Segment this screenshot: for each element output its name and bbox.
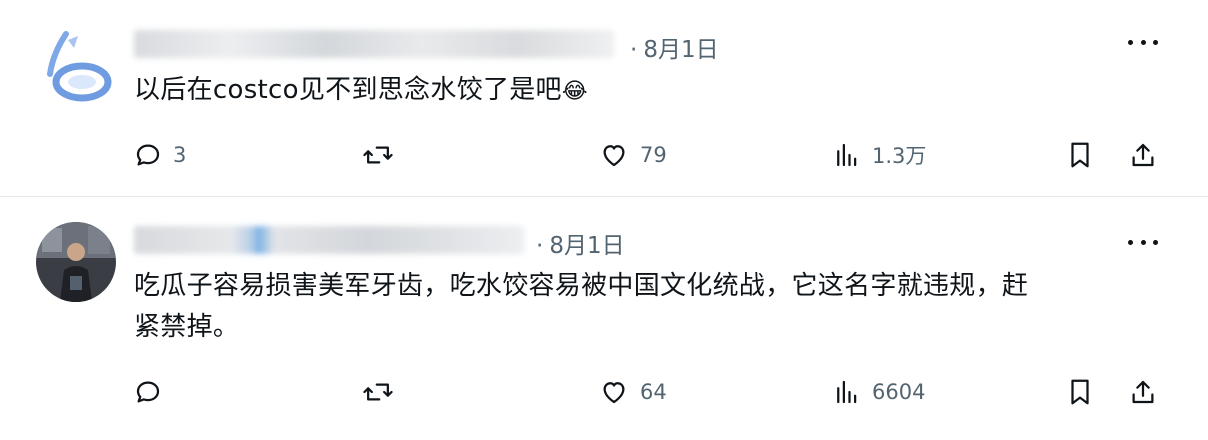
post-text-line: 紧禁掉。 (134, 312, 240, 342)
more-icon-dot (1128, 239, 1133, 245)
reply-count: 3 (173, 143, 187, 167)
date-separator: · (630, 37, 638, 63)
action-bar: 3 79 1.3万 (0, 135, 1208, 175)
post-item[interactable]: · 8月1日 吃瓜子容易损害美军牙齿，吃水饺容易被中国文化统战，它这名字就违规，赶… (0, 198, 1208, 440)
reply-icon (136, 381, 160, 403)
views-count: 6604 (872, 380, 926, 404)
like-count: 79 (640, 143, 667, 167)
more-icon-dot (1128, 39, 1133, 45)
share-button[interactable] (1128, 135, 1158, 175)
retweet-button[interactable] (362, 135, 404, 175)
retweet-button[interactable] (362, 372, 404, 412)
more-icon-dot (1153, 239, 1158, 245)
bookmark-button[interactable] (1066, 135, 1094, 175)
views-button[interactable]: 6604 (832, 372, 925, 412)
like-icon (603, 145, 625, 167)
date-separator: · (536, 233, 544, 259)
bookmark-icon (1071, 142, 1089, 168)
share-icon (1132, 380, 1154, 404)
like-icon (603, 382, 625, 404)
post-text-content: 以后在costco见不到思念水饺了是吧 (134, 75, 562, 105)
reply-button[interactable] (133, 372, 173, 412)
like-button[interactable]: 64 (598, 372, 667, 412)
bookmark-icon (1071, 379, 1089, 405)
like-button[interactable]: 79 (598, 135, 667, 175)
avatar[interactable] (36, 222, 116, 302)
username-blurred[interactable] (134, 30, 614, 58)
action-bar: 64 6604 (0, 372, 1208, 412)
more-button[interactable] (1128, 32, 1158, 52)
share-icon (1132, 143, 1154, 167)
post-text-line: 吃瓜子容易损害美军牙齿，吃水饺容易被中国文化统战，它这名字就违规，赶 (134, 271, 1029, 301)
post-text: 以后在costco见不到思念水饺了是吧😂 (134, 70, 588, 112)
more-icon-dot (1140, 39, 1146, 45)
avatar[interactable] (38, 26, 118, 106)
post-date[interactable]: · 8月1日 (536, 226, 625, 260)
laughing-emoji: 😂 (561, 79, 588, 104)
retweet-icon (363, 383, 393, 401)
like-count: 64 (640, 380, 667, 404)
reply-button[interactable]: 3 (133, 135, 186, 175)
views-icon (837, 380, 857, 404)
views-count: 1.3万 (872, 144, 927, 168)
username-blurred[interactable] (134, 226, 524, 254)
retweet-icon (363, 146, 393, 164)
reply-icon (136, 144, 160, 166)
bookmark-button[interactable] (1066, 372, 1094, 412)
post-text: 吃瓜子容易损害美军牙齿，吃水饺容易被中国文化统战，它这名字就违规，赶 紧禁掉。 (134, 266, 1028, 348)
views-icon (837, 143, 857, 167)
post-date[interactable]: · 8月1日 (630, 30, 719, 64)
share-button[interactable] (1128, 372, 1158, 412)
date-text: 8月1日 (643, 37, 719, 63)
more-icon-dot (1153, 39, 1158, 45)
post-item[interactable]: · 8月1日 以后在costco见不到思念水饺了是吧😂 3 79 1.3万 (0, 0, 1208, 197)
more-icon-dot (1140, 239, 1146, 245)
more-button[interactable] (1128, 232, 1158, 252)
date-text: 8月1日 (549, 233, 625, 259)
views-button[interactable]: 1.3万 (832, 135, 926, 175)
